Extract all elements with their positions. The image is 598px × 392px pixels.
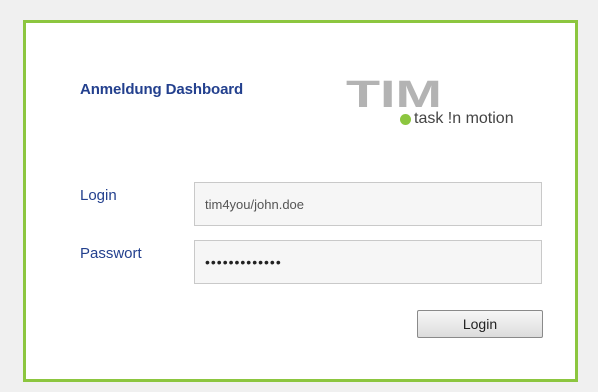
login-button[interactable]: Login [417, 310, 543, 338]
login-panel: Anmeldung Dashboard TIM task !n motion L… [23, 20, 578, 382]
logo-tagline: task !n motion [400, 110, 514, 128]
password-input[interactable] [194, 240, 542, 284]
login-label: Login [80, 187, 117, 204]
tim-logo-mark: TIM [346, 79, 442, 109]
password-label: Passwort [80, 245, 142, 262]
login-input[interactable] [194, 182, 542, 226]
logo-dot-icon [400, 113, 411, 125]
tim-logo: TIM task !n motion [346, 79, 546, 135]
page-title: Anmeldung Dashboard [80, 81, 244, 98]
tim-logo-text: TIM [346, 79, 442, 109]
logo-tagline-text: task !n motion [414, 110, 514, 127]
